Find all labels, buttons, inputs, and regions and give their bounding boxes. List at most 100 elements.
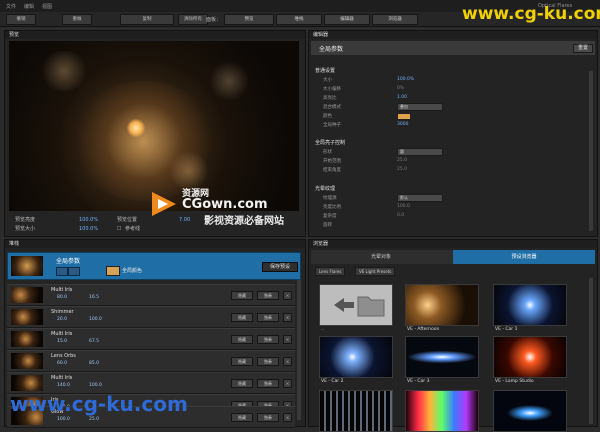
delete-icon[interactable]: × bbox=[283, 413, 292, 422]
blend-mode-dropdown[interactable]: 叠加 bbox=[397, 103, 443, 111]
global-thumbnail bbox=[11, 256, 43, 276]
param-value[interactable]: 100.0 bbox=[397, 204, 410, 209]
watermark-url-bottom: www.cg-ku.com bbox=[10, 392, 188, 416]
lens-scale[interactable]: 67.5 bbox=[89, 339, 99, 344]
param-value[interactable]: 1.00 bbox=[397, 95, 407, 100]
solo-button[interactable]: 独奏 bbox=[257, 379, 279, 388]
tab-stack[interactable]: 堆栈 bbox=[276, 14, 322, 25]
breadcrumb-root[interactable]: Lens Flares bbox=[315, 267, 346, 276]
shape-dropdown[interactable]: 圆 bbox=[397, 148, 443, 156]
breadcrumb-current[interactable]: VE Light Presets bbox=[355, 267, 396, 276]
tab-preview[interactable]: 预览 bbox=[224, 14, 274, 25]
lens-row[interactable]: Multi Iris 80.0 16.5 隐藏 独奏 × bbox=[7, 284, 295, 306]
texture-dropdown[interactable]: 默认 bbox=[397, 194, 443, 202]
solo-button[interactable]: 独奏 bbox=[257, 413, 279, 422]
hide-button[interactable]: 隐藏 bbox=[231, 379, 253, 388]
lens-scale[interactable]: 25.0 bbox=[89, 417, 99, 422]
stack-scrollbar[interactable] bbox=[297, 280, 301, 420]
param-value[interactable]: 100.0% bbox=[397, 77, 414, 82]
tab-browser[interactable]: 浏览器 bbox=[372, 14, 418, 25]
solo-button[interactable]: 独奏 bbox=[257, 335, 279, 344]
preset-tile[interactable] bbox=[405, 390, 479, 432]
delete-icon[interactable]: × bbox=[283, 313, 292, 322]
lens-brightness[interactable]: 60.0 bbox=[57, 361, 67, 366]
preview-title: 预览 bbox=[5, 31, 305, 39]
menu-edit[interactable]: 编辑 bbox=[24, 3, 34, 10]
stat-value[interactable]: 100.0% bbox=[79, 217, 98, 223]
watermark-slogan: 影视资源必备网站 bbox=[204, 216, 284, 227]
hide-button[interactable]: 隐藏 bbox=[231, 313, 253, 322]
lens-row[interactable]: Shimmer 20.0 100.0 隐藏 独奏 × bbox=[7, 306, 295, 328]
folder-back-icon bbox=[334, 296, 385, 317]
param-header-title: 全局参数 bbox=[319, 46, 344, 53]
color-swatch[interactable] bbox=[397, 113, 411, 120]
stat-value[interactable]: 100.0% bbox=[79, 226, 98, 232]
param-label: 纹理源 bbox=[323, 196, 337, 201]
param-label: 亮度比例 bbox=[323, 205, 341, 210]
param-label: 大小偏移 bbox=[323, 87, 341, 92]
preset-tile[interactable] bbox=[405, 336, 479, 378]
eye-icon[interactable] bbox=[56, 267, 68, 276]
param-value[interactable]: 0.0 bbox=[397, 213, 404, 218]
hide-button[interactable]: 隐藏 bbox=[231, 413, 253, 422]
solo-icon[interactable] bbox=[68, 267, 80, 276]
lens-scale[interactable]: 100.0 bbox=[89, 383, 102, 388]
delete-icon[interactable]: × bbox=[283, 291, 292, 300]
preset-tile[interactable] bbox=[493, 390, 567, 432]
param-label: 开始范围 bbox=[323, 159, 341, 164]
menu-file[interactable]: 文件 bbox=[6, 3, 16, 10]
copy-button[interactable]: 复制 bbox=[120, 14, 174, 25]
hide-button[interactable]: 隐藏 bbox=[231, 291, 253, 300]
param-value[interactable]: 0% bbox=[397, 86, 404, 91]
solo-button[interactable]: 独奏 bbox=[257, 291, 279, 300]
param-value[interactable]: 25.0 bbox=[397, 167, 407, 172]
reset-button[interactable]: 重置 bbox=[573, 44, 593, 53]
lens-brightness[interactable]: 20.0 bbox=[57, 317, 67, 322]
undo-button[interactable]: 撤销 bbox=[6, 14, 36, 25]
lens-scale[interactable]: 16.5 bbox=[89, 295, 99, 300]
solo-button[interactable]: 独奏 bbox=[257, 357, 279, 366]
preset-tile[interactable] bbox=[319, 336, 393, 378]
global-params-row[interactable]: 全局参数 全局颜色 保存预设 bbox=[7, 252, 301, 280]
watermark-logo-en: CGown.com bbox=[182, 197, 268, 212]
tab-flare-objects[interactable]: 光晕对象 bbox=[311, 250, 451, 264]
lens-brightness[interactable]: 80.0 bbox=[57, 295, 67, 300]
lens-scale[interactable]: 85.0 bbox=[89, 361, 99, 366]
global-color-swatch[interactable] bbox=[106, 266, 120, 276]
preset-tile[interactable] bbox=[405, 284, 479, 326]
checkbox-icon[interactable]: ☐ bbox=[117, 226, 121, 232]
preview-canvas[interactable] bbox=[9, 41, 299, 211]
hide-button[interactable]: 隐藏 bbox=[231, 357, 253, 366]
preset-label: VE - Car 3 bbox=[407, 379, 430, 384]
redo-button[interactable]: 重做 bbox=[62, 14, 92, 25]
menu-view[interactable]: 视图 bbox=[42, 3, 52, 10]
tab-preset-browser[interactable]: 预设浏览器 bbox=[453, 250, 595, 264]
param-value[interactable]: 25.0 bbox=[397, 158, 407, 163]
solo-button[interactable]: 独奏 bbox=[257, 313, 279, 322]
delete-icon[interactable]: × bbox=[283, 357, 292, 366]
tab-editor[interactable]: 编辑器 bbox=[324, 14, 370, 25]
lens-row[interactable]: Multi Iris 15.0 67.5 隐藏 独奏 × bbox=[7, 328, 295, 350]
preset-tile[interactable] bbox=[493, 284, 567, 326]
lens-row[interactable]: Multi Iris 140.0 100.0 隐藏 独奏 × bbox=[7, 372, 295, 394]
lens-scale[interactable]: 100.0 bbox=[89, 317, 102, 322]
delete-icon[interactable]: × bbox=[283, 379, 292, 388]
preset-tile[interactable] bbox=[493, 336, 567, 378]
clear-all-button[interactable]: 清除所有 bbox=[178, 14, 208, 25]
preset-tile[interactable] bbox=[319, 284, 393, 326]
save-preset-button[interactable]: 保存预设 bbox=[262, 262, 298, 272]
param-value[interactable]: 3000 bbox=[397, 122, 408, 127]
delete-icon[interactable]: × bbox=[283, 335, 292, 344]
stat-value[interactable]: 7.00 bbox=[179, 217, 190, 223]
hide-button[interactable]: 隐藏 bbox=[231, 335, 253, 344]
lens-brightness[interactable]: 100.0 bbox=[57, 417, 70, 422]
section-title: 全局亮子控制 bbox=[315, 140, 346, 146]
preset-tile[interactable] bbox=[319, 390, 393, 432]
browser-scrollbar[interactable] bbox=[589, 278, 593, 424]
lens-row[interactable]: Lens Orbs 60.0 85.0 隐藏 独奏 × bbox=[7, 350, 295, 372]
stat-label: 预览大小 bbox=[15, 226, 36, 232]
param-scrollbar[interactable] bbox=[589, 71, 593, 231]
lens-brightness[interactable]: 15.0 bbox=[57, 339, 67, 344]
section-title: 光晕纹理 bbox=[315, 186, 336, 192]
lens-brightness[interactable]: 140.0 bbox=[57, 383, 70, 388]
